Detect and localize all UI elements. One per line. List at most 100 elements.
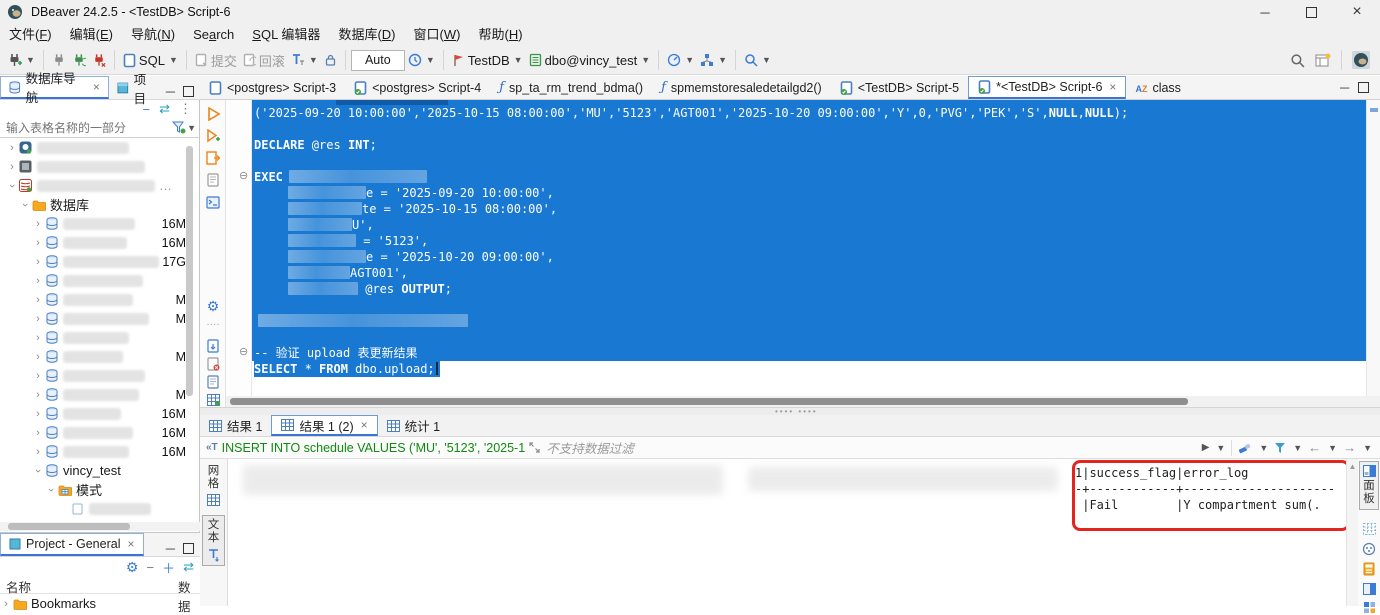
results-tab[interactable]: 结果 1 xyxy=(200,415,271,436)
menu-item[interactable]: 编辑(E) xyxy=(61,24,122,46)
tree-item-database[interactable]: › M xyxy=(0,309,200,328)
chevron-right-icon[interactable]: › xyxy=(32,446,44,458)
nav-back-dropdown-icon[interactable]: ▼ xyxy=(1328,443,1337,453)
open-perspective-icon[interactable] xyxy=(1315,53,1331,68)
chevron-right-icon[interactable]: › xyxy=(32,294,44,306)
database-selector[interactable]: dbo@vincy_test ▼ xyxy=(526,48,654,72)
menu-item[interactable]: 帮助(H) xyxy=(469,24,531,46)
chevron-right-icon[interactable]: › xyxy=(32,256,44,268)
quick-search-icon[interactable] xyxy=(1290,53,1305,68)
expand-icon[interactable]: ＋ xyxy=(162,558,175,577)
tree-vertical-scrollbar[interactable] xyxy=(186,146,193,396)
lock-icon[interactable] xyxy=(321,48,340,72)
menu-item[interactable]: 窗口(W) xyxy=(405,24,470,46)
menu-item[interactable]: 数据库(D) xyxy=(329,24,404,46)
script-error-icon[interactable] xyxy=(205,356,221,372)
tree-item-database[interactable]: › xyxy=(0,328,200,347)
clear-filter-dropdown-icon[interactable]: ▼ xyxy=(1259,443,1268,453)
minimize-view-icon[interactable]: ─ xyxy=(166,84,175,99)
save-to-file-icon[interactable] xyxy=(205,338,221,354)
transaction-mode-button[interactable]: ▼ xyxy=(405,48,438,72)
tree-item-database[interactable]: › 17G xyxy=(0,252,200,271)
execute-script-icon[interactable] xyxy=(205,150,221,166)
value-panel-icon[interactable] xyxy=(1361,581,1377,597)
editor-results-splitter[interactable]: •••• •••• xyxy=(200,407,1380,416)
chevron-down-icon[interactable]: › xyxy=(6,180,18,192)
editor-tab[interactable]: ƒ spmemstoresaledetailgd2() xyxy=(652,76,831,99)
chevron-right-icon[interactable]: › xyxy=(32,332,44,344)
chevron-right-icon[interactable]: › xyxy=(32,218,44,230)
nav-back-icon[interactable]: ← xyxy=(1308,440,1321,455)
maximize-icon[interactable] xyxy=(1288,0,1334,24)
tree-item-database-open[interactable]: › vincy_test xyxy=(0,461,200,480)
chevron-right-icon[interactable]: › xyxy=(32,313,44,325)
disconnect-icon[interactable] xyxy=(89,48,109,72)
execute-statement-icon[interactable] xyxy=(205,106,221,122)
expand-query-icon[interactable] xyxy=(529,442,540,453)
tree-item-database[interactable]: › M xyxy=(0,290,200,309)
minimize-view-icon[interactable]: ─ xyxy=(1340,80,1349,95)
chevron-right-icon[interactable]: › xyxy=(32,408,44,420)
menu-item[interactable]: SQL 编辑器 xyxy=(243,24,329,46)
editor-tab[interactable]: *<TestDB> Script-6 × xyxy=(968,76,1127,99)
collapse-all-icon[interactable]: − xyxy=(143,102,151,117)
bookmarks-item[interactable]: › Bookmarks xyxy=(0,594,200,613)
chevron-right-icon[interactable]: › xyxy=(32,389,44,401)
editor-tab[interactable]: ƒ sp_ta_rm_trend_bdma() xyxy=(490,76,652,99)
commit-button[interactable]: 提交 xyxy=(192,48,240,72)
apply-filter-dropdown-icon[interactable]: ▼ xyxy=(1216,443,1225,453)
menu-item[interactable]: 导航(N) xyxy=(122,24,184,46)
calc-grid-icon[interactable] xyxy=(1361,521,1377,537)
filter-funnel-icon[interactable] xyxy=(172,121,186,134)
tree-item-database[interactable]: › 16M xyxy=(0,404,200,423)
tree-item-database[interactable]: › 16M xyxy=(0,233,200,252)
filter-dropdown-icon[interactable]: ▼ xyxy=(1293,443,1302,453)
overview-ruler[interactable] xyxy=(1366,100,1380,396)
tree-item-database[interactable]: › M xyxy=(0,385,200,404)
menu-item[interactable]: 文件(F) xyxy=(0,24,61,46)
execute-new-tab-icon[interactable] xyxy=(205,128,221,144)
more-options-icon[interactable]: ···· xyxy=(205,316,221,332)
apply-filter-icon[interactable]: ▶ xyxy=(1202,442,1210,453)
close-icon[interactable]: × xyxy=(1334,0,1380,24)
tree-item-schema-folder[interactable]: › 模式 xyxy=(0,480,200,499)
panels-tab[interactable]: 面板 xyxy=(1359,461,1379,510)
tab-database-navigator[interactable]: 数据库导航 × xyxy=(0,72,109,105)
editor-tab[interactable]: AZ class xyxy=(1126,76,1189,99)
chevron-right-icon[interactable]: › xyxy=(32,237,44,249)
script-file-icon[interactable] xyxy=(205,172,221,188)
tree-item-conn-postgres[interactable]: › xyxy=(0,138,200,157)
link-editor-icon[interactable]: ⇄ xyxy=(159,101,170,117)
clear-filter-icon[interactable] xyxy=(1238,442,1252,454)
fold-collapse-icon[interactable]: ⊖ xyxy=(239,347,248,358)
scroll-up-icon[interactable]: ▲ xyxy=(1349,462,1357,606)
sql-console-icon[interactable] xyxy=(205,194,221,210)
close-tab-icon[interactable]: × xyxy=(1109,80,1116,94)
dbeaver-perspective-icon[interactable] xyxy=(1352,51,1370,69)
view-menu-icon[interactable]: ⋮ xyxy=(179,101,192,117)
close-tab-icon[interactable]: × xyxy=(127,537,134,551)
tab-project-general[interactable]: Project - General × xyxy=(0,533,144,556)
tree-item-folder[interactable]: › 数据库 xyxy=(0,195,200,214)
chevron-right-icon[interactable]: › xyxy=(0,598,12,610)
code-area[interactable]: ('2025-09-20 10:00:00','2025-10-15 08:00… xyxy=(252,100,1366,396)
chevron-down-icon[interactable]: › xyxy=(19,199,31,211)
tree-item-database[interactable]: › 16M xyxy=(0,442,200,461)
chevron-down-icon[interactable]: › xyxy=(45,484,57,496)
editor-tab[interactable]: <TestDB> Script-5 xyxy=(831,76,968,99)
tree-item-database[interactable]: › xyxy=(0,366,200,385)
filter-dropdown-icon[interactable]: ▼ xyxy=(187,123,196,133)
tree-item-database[interactable]: › 16M xyxy=(0,214,200,233)
tree-horizontal-scrollbar[interactable] xyxy=(0,522,200,531)
editor-tab[interactable]: <postgres> Script-3 xyxy=(200,76,345,99)
maximize-view-icon[interactable] xyxy=(1358,82,1370,93)
tree-item-database[interactable]: › 16M xyxy=(0,423,200,442)
editor-settings-gear-icon[interactable]: ⚙ xyxy=(205,298,221,314)
close-tab-icon[interactable]: × xyxy=(93,80,100,94)
search-dropdown-button[interactable]: ▼ xyxy=(741,48,774,72)
minimize-view-icon[interactable]: ─ xyxy=(166,541,175,556)
chevron-right-icon[interactable]: › xyxy=(32,351,44,363)
chevron-right-icon[interactable]: › xyxy=(6,161,18,173)
calculator-panel-icon[interactable] xyxy=(1361,561,1377,577)
tree-item-database[interactable]: › M xyxy=(0,347,200,366)
